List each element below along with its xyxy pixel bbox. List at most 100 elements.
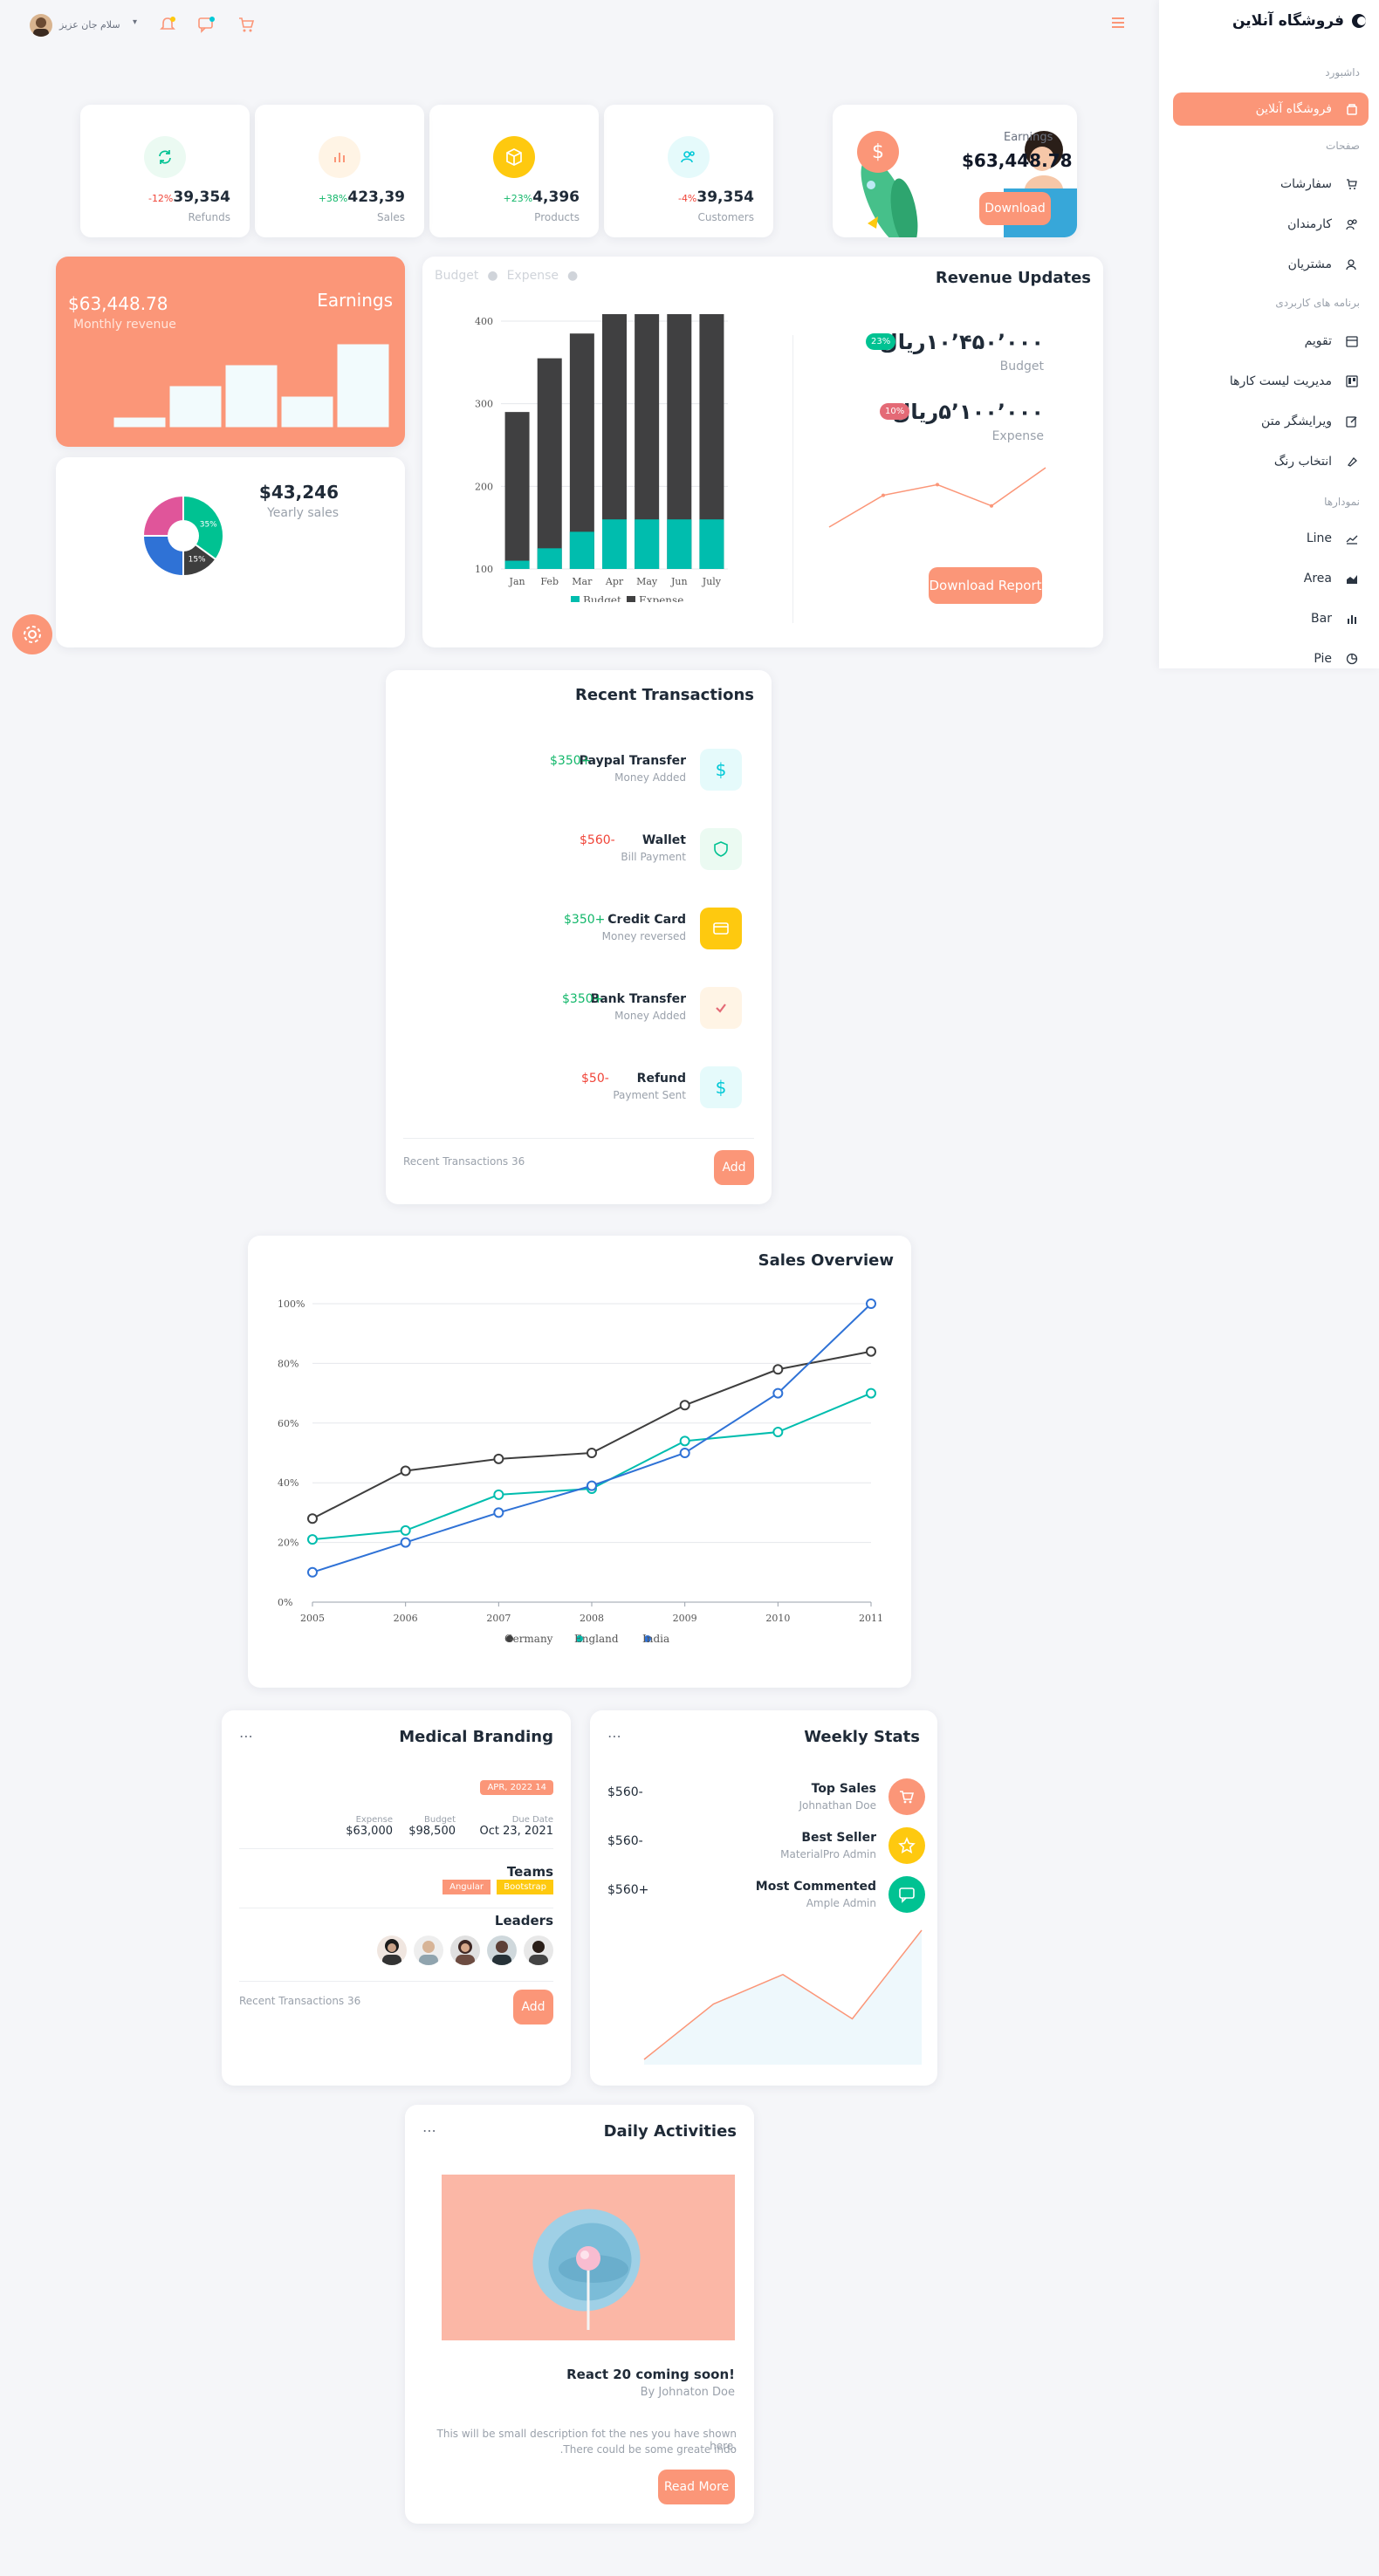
x-tick-label: Mar [572, 576, 593, 587]
sidebar-item-color-picker[interactable]: انتخاب رنگ [1173, 445, 1369, 478]
sidebar-item-bar[interactable]: Bar [1173, 602, 1369, 635]
dollar-icon: $ [700, 1066, 742, 1108]
sidebar-item-area[interactable]: Area [1173, 562, 1369, 595]
weekly-row[interactable]: Best Seller MaterialPro Admin -$560 [590, 1827, 943, 1871]
avatar[interactable] [414, 1935, 443, 1965]
post-image [442, 2175, 735, 2340]
notification-bell-icon[interactable] [159, 16, 176, 33]
transaction-row[interactable]: Wallet Bill Payment $560- [386, 828, 772, 874]
stat-change: +23% [503, 193, 533, 204]
transaction-amount: $350+ [564, 913, 606, 927]
avatar[interactable] [487, 1935, 517, 1965]
users-icon [668, 136, 710, 178]
download-button[interactable]: Download [979, 192, 1051, 225]
series-point [307, 1513, 318, 1524]
sidebar-item-online-store[interactable]: فروشگاه آنلاین [1173, 92, 1369, 126]
revenue-bar [280, 395, 334, 428]
col-label: Budget [424, 1815, 456, 1825]
chat-icon [888, 1876, 925, 1913]
yearly-label: Yearly sales [267, 506, 339, 520]
sidebar-item-label: Line [1306, 531, 1332, 545]
x-tick-label: 2011 [859, 1613, 883, 1624]
cart-icon [888, 1778, 925, 1815]
chat-icon[interactable] [197, 16, 215, 33]
weekly-item-sub: MaterialPro Admin [780, 1848, 876, 1860]
transaction-row[interactable]: Bank Transfer Money Added $350+ [386, 987, 772, 1032]
weekly-item-sub: Ample Admin [806, 1897, 876, 1909]
download-report-button[interactable]: Download Report [929, 567, 1042, 604]
sidebar-item-orders[interactable]: سفارشات [1173, 168, 1369, 201]
weekly-row[interactable]: Top Sales Johnathan Doe -$560 [590, 1778, 943, 1822]
line-chart-icon [1344, 531, 1360, 546]
transaction-row[interactable]: $ Paypal Transfer Money Added $350+ [386, 749, 772, 794]
pie-label: 35% [200, 520, 217, 529]
read-more-button[interactable]: Read More [658, 2470, 735, 2504]
series-point [772, 1364, 784, 1375]
user-profile[interactable]: سلام جان عزیز ▾ [30, 14, 147, 37]
sidebar-item-kanban[interactable]: مدیریت لیست کارها [1173, 365, 1369, 398]
stat-label: Customers [697, 211, 754, 223]
stat-label: Refunds [188, 211, 231, 223]
transaction-title: Paypal Transfer [579, 754, 686, 768]
weekly-row[interactable]: Most Commented Ample Admin +$560 [590, 1876, 943, 1920]
pie-label: 15% [189, 556, 206, 565]
medical-col-due: Due Date Oct 23, 2021 [480, 1815, 554, 1838]
revenue-divider [792, 335, 793, 623]
bar-chart-icon [1344, 611, 1360, 627]
avatar[interactable] [377, 1935, 407, 1965]
settings-gear-icon[interactable] [12, 614, 52, 654]
revenue-bar-chart: 100 200 300 400 Jan Feb Mar Apr May Jun July Budget… [475, 314, 728, 602]
brush-icon [1344, 454, 1360, 469]
sidebar-heading-dashboard: داشبورد [1325, 66, 1360, 79]
add-button[interactable]: Add [714, 1150, 754, 1185]
hamburger-menu-icon[interactable] [1112, 16, 1128, 30]
cart-icon[interactable] [237, 16, 255, 33]
more-options-icon[interactable]: ⋯ [239, 1728, 253, 1744]
series-point [866, 1346, 876, 1357]
expense-badge: 10% [880, 403, 910, 420]
sidebar-item-customers[interactable]: مشتریان [1173, 248, 1369, 281]
transaction-subtitle: Bill Payment [621, 851, 686, 863]
transaction-row[interactable]: $ Refund Payment Sent $50- [386, 1066, 772, 1112]
budget-badge: 23% [866, 333, 896, 350]
add-button[interactable]: Add [513, 1990, 553, 2024]
leaders-title: Leaders [494, 1913, 553, 1929]
series-point [493, 1489, 504, 1500]
col-value: $63,000 [346, 1825, 393, 1838]
chevron-down-icon[interactable]: ▾ [133, 17, 137, 27]
sidebar-item-editor[interactable]: ویرایشگر متن [1173, 405, 1369, 438]
brand[interactable]: فروشگاه آنلاین [1232, 12, 1367, 30]
edit-icon [1344, 414, 1360, 429]
sidebar-item-label: سفارشات [1280, 177, 1332, 191]
transaction-subtitle: Payment Sent [613, 1089, 686, 1101]
area-chart-icon [1344, 571, 1360, 586]
x-tick-label: Apr [605, 576, 624, 587]
series-point [866, 1387, 876, 1399]
more-options-icon[interactable]: ⋯ [422, 2122, 436, 2139]
more-options-icon[interactable]: ⋯ [607, 1728, 621, 1744]
sidebar-heading-apps: برنامه های کاربردی [1275, 297, 1360, 309]
sidebar-item-calendar[interactable]: تقویم [1173, 325, 1369, 358]
sidebar-item-label: مدیریت لیست کارها [1229, 374, 1332, 388]
sales-line-chart: 0% 20% 40% 60% 80% 100% 2005 2006 2007 2008 2009 20… [278, 1298, 883, 1645]
bar-icon [319, 136, 360, 178]
transaction-subtitle: Money Added [614, 1010, 686, 1022]
box-icon [493, 136, 535, 178]
sidebar-item-employees[interactable]: کارمندان [1173, 208, 1369, 241]
legend-label: India [642, 1633, 669, 1645]
user-icon [1344, 257, 1360, 272]
stat-value: 423,39 [347, 188, 405, 206]
sidebar-item-line[interactable]: Line [1173, 522, 1369, 555]
transaction-title: Refund [636, 1072, 686, 1086]
col-value: Oct 23, 2021 [479, 1825, 554, 1838]
monthly-revenue-bars [113, 344, 390, 428]
avatar[interactable] [450, 1935, 480, 1965]
budget-bar [699, 519, 724, 569]
sidebar-item-pie[interactable]: Pie [1173, 642, 1369, 675]
medical-title: Medical Branding [399, 1728, 553, 1746]
transaction-row[interactable]: Credit Card Money reversed $350+ [386, 908, 772, 953]
post-title[interactable]: !React 20 coming soon [566, 2367, 735, 2382]
avatar[interactable] [524, 1935, 553, 1965]
stat-label: Products [534, 211, 580, 223]
legend-expense-label: Expense [639, 594, 683, 602]
